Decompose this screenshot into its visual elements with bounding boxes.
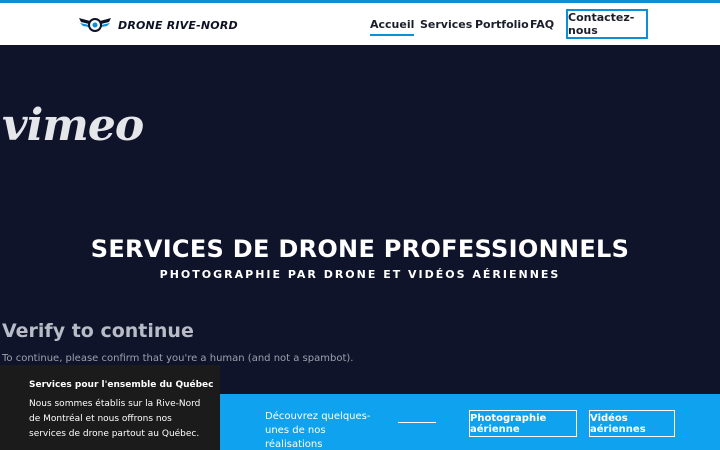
service-notice: Services pour l'ensemble du Québec Nous … [0,365,220,450]
verify-title: Verify to continue [2,320,194,342]
hero-subtitle: PHOTOGRAPHIE PAR DRONE ET VIDÉOS AÉRIENN… [159,268,561,281]
cta-text: Découvrez quelques-unes de nos réalisati… [265,411,371,450]
nav-accueil[interactable]: Accueil [370,18,415,36]
aerial-photo-button[interactable]: Photographie aérienne [469,410,577,437]
aerial-video-button[interactable]: Vidéos aériennes [589,410,675,437]
notice-title: Services pour l'ensemble du Québec [29,380,214,390]
brand-logo[interactable]: DRONE RIVE-NORD [78,15,238,35]
nav-faq[interactable]: FAQ [530,18,554,31]
portfolio-cta-strip: Découvrez quelques-unes de nos réalisati… [220,394,720,450]
nav-portfolio[interactable]: Portfolio [475,18,529,31]
notice-body: Nous sommes établis sur la Rive-Nord de … [29,399,201,439]
divider-line [398,422,436,423]
brand-name: DRONE RIVE-NORD [118,18,238,32]
contact-button[interactable]: Contactez-nous [566,9,648,39]
nav-services[interactable]: Services [420,18,472,31]
site-header: DRONE RIVE-NORD Accueil Services Portfol… [0,0,720,45]
drone-wings-icon [79,18,111,32]
hero-title: SERVICES DE DRONE PROFESSIONNELS [90,235,630,263]
verify-text: To continue, please confirm that you're … [2,353,354,364]
vimeo-logo[interactable]: vimeo [2,100,144,151]
